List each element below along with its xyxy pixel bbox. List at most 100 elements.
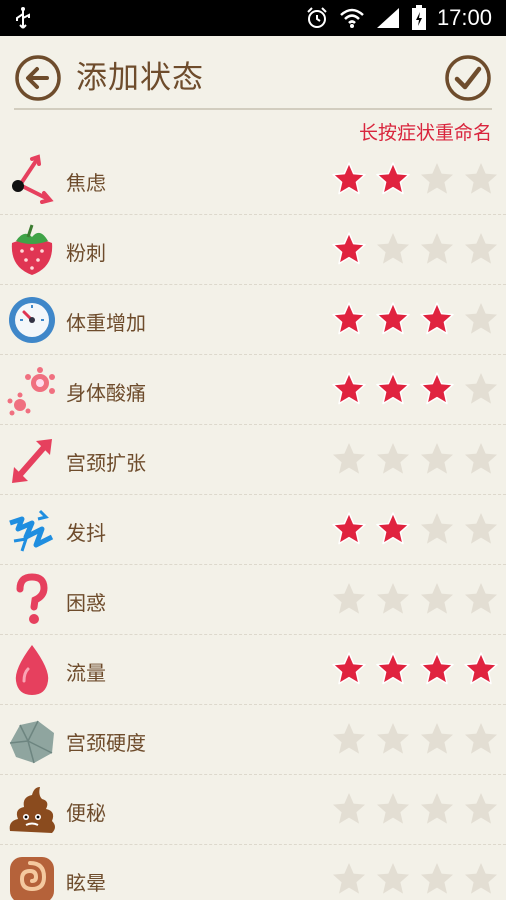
star-empty-icon[interactable] [374, 231, 412, 267]
spiral-icon [6, 851, 58, 900]
question-mark-icon [6, 571, 58, 629]
star-empty-icon[interactable] [374, 791, 412, 827]
rating-stars [330, 721, 500, 757]
rating-stars [330, 301, 500, 337]
rating-stars [330, 231, 500, 267]
star-empty-icon[interactable] [374, 721, 412, 757]
star-empty-icon[interactable] [418, 161, 456, 197]
rating-stars [330, 651, 500, 687]
symptom-row[interactable]: 体重增加 [0, 285, 506, 355]
alarm-icon [305, 6, 329, 30]
symptom-label: 宫颈硬度 [66, 731, 146, 755]
star-filled-icon[interactable] [330, 231, 368, 267]
star-empty-icon[interactable] [462, 371, 500, 407]
symptom-label: 发抖 [66, 521, 106, 545]
star-empty-icon[interactable] [462, 721, 500, 757]
shiver-zigzag-icon [6, 501, 58, 559]
confirm-button[interactable] [444, 54, 492, 102]
header: 添加状态 [0, 36, 506, 110]
star-empty-icon[interactable] [330, 581, 368, 617]
symptom-row[interactable]: 发抖 [0, 495, 506, 565]
star-empty-icon[interactable] [418, 721, 456, 757]
rating-stars [330, 371, 500, 407]
star-filled-icon[interactable] [374, 511, 412, 547]
symptom-label: 便秘 [66, 801, 106, 825]
symptom-row[interactable]: 困惑 [0, 565, 506, 635]
symptom-row[interactable]: 焦虑 [0, 145, 506, 215]
rock-icon [6, 711, 58, 769]
strawberry-icon [6, 221, 58, 279]
star-filled-icon[interactable] [330, 651, 368, 687]
star-filled-icon[interactable] [374, 651, 412, 687]
symptom-row[interactable]: 宫颈扩张 [0, 425, 506, 495]
rating-stars [330, 441, 500, 477]
star-filled-icon[interactable] [418, 651, 456, 687]
clock-time: 17:00 [436, 5, 492, 30]
symptom-label: 粉刺 [66, 241, 106, 265]
star-empty-icon[interactable] [462, 791, 500, 827]
star-filled-icon[interactable] [374, 301, 412, 337]
star-empty-icon[interactable] [418, 861, 456, 897]
star-empty-icon[interactable] [462, 861, 500, 897]
rating-stars [330, 791, 500, 827]
back-button[interactable] [14, 54, 62, 102]
star-empty-icon[interactable] [462, 301, 500, 337]
symptom-row[interactable]: 眩晕 [0, 845, 506, 900]
star-empty-icon[interactable] [374, 581, 412, 617]
rating-stars [330, 161, 500, 197]
star-filled-icon[interactable] [330, 371, 368, 407]
star-empty-icon[interactable] [374, 441, 412, 477]
wifi-icon [339, 7, 365, 29]
star-filled-icon[interactable] [374, 371, 412, 407]
symptom-row[interactable]: 身体酸痛 [0, 355, 506, 425]
star-empty-icon[interactable] [462, 581, 500, 617]
star-empty-icon[interactable] [330, 441, 368, 477]
symptom-list: 焦虑粉刺体重增加身体酸痛宫颈扩张发抖困惑流量宫颈硬度便秘眩晕 [0, 145, 506, 900]
symptom-row[interactable]: 宫颈硬度 [0, 705, 506, 775]
symptom-row[interactable]: 流量 [0, 635, 506, 705]
star-empty-icon[interactable] [462, 511, 500, 547]
star-empty-icon[interactable] [462, 161, 500, 197]
rating-stars [330, 861, 500, 897]
symptom-label: 流量 [66, 661, 106, 685]
star-filled-icon[interactable] [330, 301, 368, 337]
star-empty-icon[interactable] [462, 231, 500, 267]
star-filled-icon[interactable] [418, 371, 456, 407]
star-empty-icon[interactable] [374, 861, 412, 897]
star-empty-icon[interactable] [418, 791, 456, 827]
blood-drop-icon [6, 641, 58, 699]
star-empty-icon[interactable] [418, 511, 456, 547]
checkmark-icon [445, 55, 491, 101]
star-filled-icon[interactable] [330, 511, 368, 547]
battery-icon [411, 5, 427, 31]
star-empty-icon[interactable] [462, 441, 500, 477]
star-filled-icon[interactable] [330, 161, 368, 197]
star-empty-icon[interactable] [330, 861, 368, 897]
rating-stars [330, 581, 500, 617]
star-empty-icon[interactable] [418, 231, 456, 267]
symptom-row[interactable]: 粉刺 [0, 215, 506, 285]
symptom-label: 焦虑 [66, 171, 106, 195]
star-empty-icon[interactable] [330, 791, 368, 827]
symptom-label: 身体酸痛 [66, 381, 146, 405]
signal-icon [375, 6, 401, 30]
symptom-label: 眩晕 [66, 871, 106, 895]
star-filled-icon[interactable] [462, 651, 500, 687]
symptom-label: 困惑 [66, 591, 106, 615]
symptom-label: 宫颈扩张 [66, 451, 146, 475]
header-divider [14, 108, 492, 110]
star-empty-icon[interactable] [418, 441, 456, 477]
star-filled-icon[interactable] [374, 161, 412, 197]
rating-stars [330, 511, 500, 547]
star-filled-icon[interactable] [418, 301, 456, 337]
status-bar: 17:00 [0, 0, 506, 36]
scale-dial-icon [6, 291, 58, 349]
page-title: 添加状态 [76, 60, 204, 96]
pain-burst-icon [6, 361, 58, 419]
symptom-row[interactable]: 便秘 [0, 775, 506, 845]
rename-hint: 长按症状重命名 [358, 122, 492, 144]
star-empty-icon[interactable] [330, 721, 368, 757]
symptom-label: 体重增加 [66, 311, 146, 335]
star-empty-icon[interactable] [418, 581, 456, 617]
back-arrow-icon [15, 55, 61, 101]
